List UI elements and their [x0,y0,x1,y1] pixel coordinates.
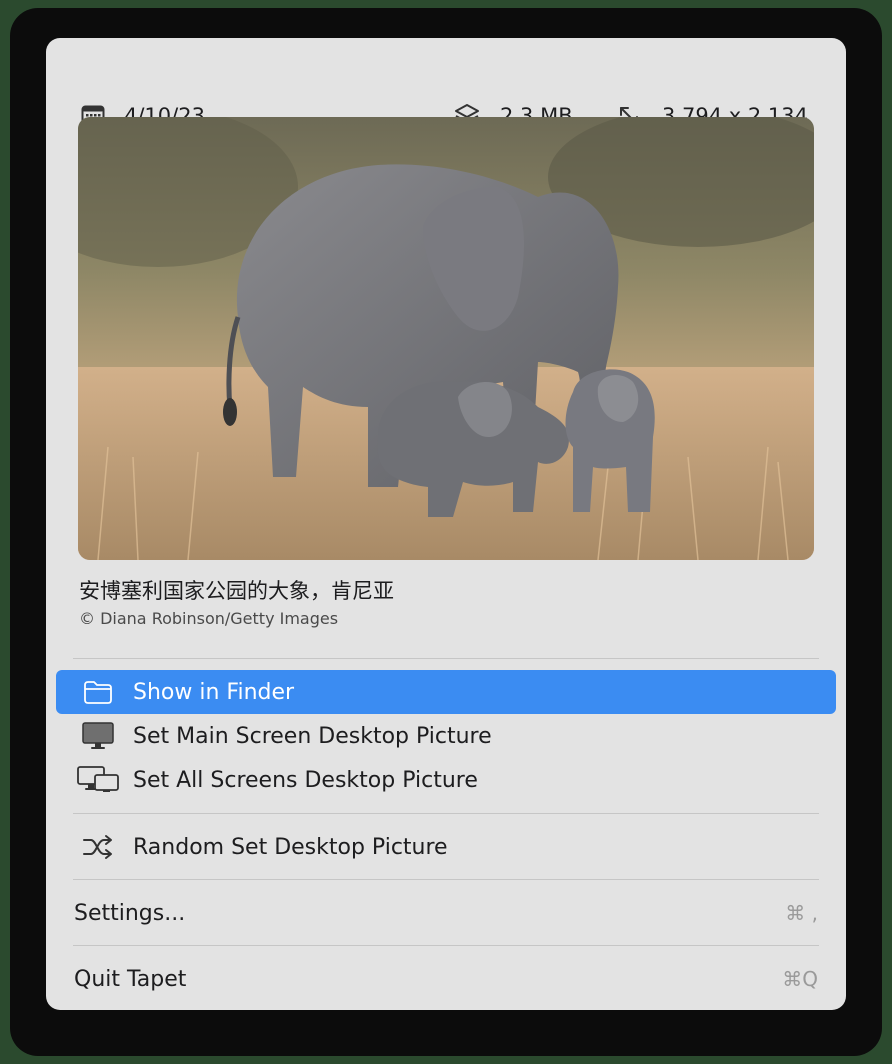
settings-shortcut: ⌘ , [785,901,818,925]
show-in-finder-item[interactable]: Show in Finder [56,670,836,714]
set-all-screens-item[interactable]: Set All Screens Desktop Picture [56,758,836,802]
set-all-screens-label: Set All Screens Desktop Picture [133,767,478,793]
shuffle-icon [76,834,120,860]
separator [73,658,819,659]
separator [73,879,819,880]
settings-label: Settings... [74,900,186,926]
random-set-label: Random Set Desktop Picture [133,834,448,860]
random-set-item[interactable]: Random Set Desktop Picture [56,825,836,869]
show-in-finder-label: Show in Finder [133,679,295,705]
separator [73,813,819,814]
photo-credit: © Diana Robinson/Getty Images [79,609,339,628]
monitor-icon [76,722,120,750]
quit-item[interactable]: Quit Tapet ⌘Q [74,957,818,1001]
set-main-screen-label: Set Main Screen Desktop Picture [133,723,492,749]
settings-item[interactable]: Settings... ⌘ , [74,891,818,935]
separator [73,945,819,946]
set-main-screen-item[interactable]: Set Main Screen Desktop Picture [56,714,836,758]
folder-icon [76,680,120,704]
photo-caption: 安博塞利国家公园的大象，肯尼亚 [79,579,394,603]
multiple-monitors-icon [76,766,120,794]
wallpaper-preview[interactable] [78,117,814,560]
tapet-menu: 4/10/23 2.3 MB 3,794 x 2,134 安博塞利国家公园的大象… [46,38,846,1010]
quit-label: Quit Tapet [74,966,187,992]
quit-shortcut: ⌘Q [782,967,818,991]
